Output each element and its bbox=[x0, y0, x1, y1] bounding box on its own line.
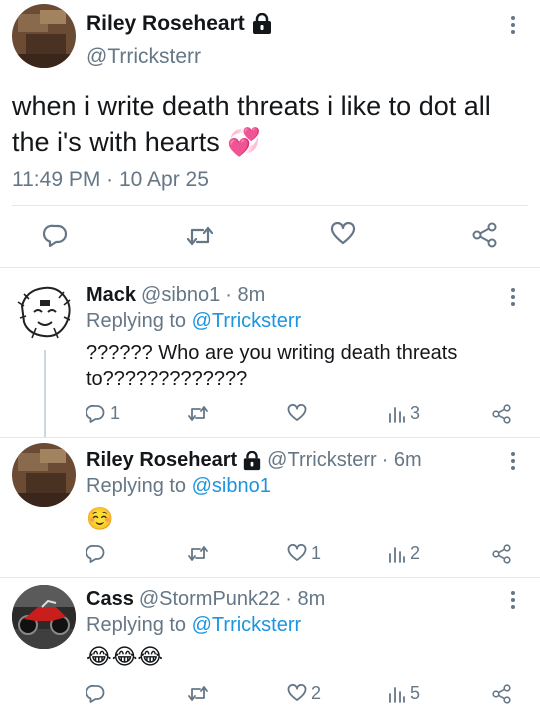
reply-time[interactable]: · 8m bbox=[285, 588, 325, 611]
reply-time[interactable]: · 8m bbox=[225, 284, 265, 307]
analytics-icon[interactable] bbox=[388, 545, 406, 563]
analytics-icon[interactable] bbox=[388, 405, 406, 423]
more-vertical-icon[interactable] bbox=[510, 452, 516, 470]
avatar[interactable] bbox=[12, 443, 76, 507]
main-tweet: Riley Roseheart @Trricksterr when i writ… bbox=[0, 0, 540, 268]
replying-to: Replying to @Trricksterr bbox=[86, 614, 301, 637]
lock-icon bbox=[243, 450, 261, 470]
avatar[interactable] bbox=[12, 4, 76, 68]
reply-text: ☺️ bbox=[86, 506, 114, 531]
author-handle[interactable]: @Trricksterr bbox=[267, 449, 377, 472]
reply-header: Cass @StormPunk22 · 8m bbox=[86, 588, 325, 611]
like-count: 2 bbox=[311, 683, 322, 703]
author-name[interactable]: Cass bbox=[86, 588, 134, 611]
reply-header: Riley Roseheart @Trricksterr · 6m bbox=[86, 449, 422, 472]
reply-icon[interactable] bbox=[86, 404, 106, 423]
thread-line bbox=[44, 350, 46, 438]
replying-to-link[interactable]: @sibno1 bbox=[192, 475, 271, 497]
replying-to-prefix: Replying to bbox=[86, 310, 192, 332]
analytics-icon[interactable] bbox=[388, 685, 406, 703]
share-icon[interactable] bbox=[492, 544, 512, 564]
views-count: 2 bbox=[410, 543, 421, 563]
author-handle[interactable]: @sibno1 bbox=[141, 284, 220, 307]
more-vertical-icon[interactable] bbox=[510, 288, 516, 306]
replying-to-link[interactable]: @Trricksterr bbox=[192, 310, 302, 332]
retweet-icon[interactable] bbox=[186, 225, 214, 247]
share-icon[interactable] bbox=[492, 684, 512, 704]
reply-text: 😂😂😂 bbox=[86, 644, 164, 669]
retweet-icon[interactable] bbox=[187, 545, 209, 562]
reply-header: Mack @sibno1 · 8m bbox=[86, 284, 265, 307]
author-handle[interactable]: @Trricksterr bbox=[86, 45, 201, 69]
views-count: 3 bbox=[410, 403, 421, 423]
replying-to-prefix: Replying to bbox=[86, 614, 192, 636]
views-count: 5 bbox=[410, 683, 421, 703]
more-vertical-icon[interactable] bbox=[510, 16, 516, 34]
reply-text: ?????? Who are you writing death threats… bbox=[86, 342, 458, 390]
tweet-text: when i write death threats i like to dot… bbox=[12, 91, 491, 157]
retweet-icon[interactable] bbox=[187, 685, 209, 702]
divider bbox=[0, 577, 540, 578]
share-icon[interactable] bbox=[492, 404, 512, 424]
reply-icon[interactable] bbox=[86, 684, 106, 703]
author-name-text[interactable]: Riley Roseheart bbox=[86, 12, 245, 36]
avatar[interactable] bbox=[12, 585, 76, 649]
tweet-timestamp[interactable]: 11:49 PM · 10 Apr 25 bbox=[12, 168, 209, 192]
replying-to: Replying to @Trricksterr bbox=[86, 310, 301, 333]
heart-icon[interactable] bbox=[287, 684, 307, 702]
replying-to-link[interactable]: @Trricksterr bbox=[192, 614, 302, 636]
author-name[interactable]: Mack bbox=[86, 284, 136, 307]
avatar[interactable] bbox=[14, 282, 76, 344]
more-vertical-icon[interactable] bbox=[510, 591, 516, 609]
replying-to-prefix: Replying to bbox=[86, 475, 192, 497]
reply-icon[interactable] bbox=[43, 223, 69, 247]
share-icon[interactable] bbox=[472, 222, 498, 248]
divider bbox=[12, 205, 528, 206]
author-name[interactable]: Riley Roseheart bbox=[86, 12, 273, 36]
heart-icon[interactable] bbox=[330, 222, 356, 246]
retweet-icon[interactable] bbox=[187, 405, 209, 422]
reply-time[interactable]: · 6m bbox=[382, 449, 422, 472]
replying-to: Replying to @sibno1 bbox=[86, 475, 271, 498]
author-name[interactable]: Riley Roseheart bbox=[86, 449, 237, 472]
heart-icon[interactable] bbox=[287, 544, 307, 562]
lock-icon bbox=[252, 13, 271, 34]
like-count: 1 bbox=[311, 543, 322, 563]
author-handle[interactable]: @StormPunk22 bbox=[139, 588, 280, 611]
reply-icon[interactable] bbox=[86, 544, 106, 563]
divider bbox=[0, 437, 540, 438]
heart-icon[interactable] bbox=[287, 404, 307, 422]
reply-count: 1 bbox=[110, 403, 121, 423]
divider bbox=[0, 267, 540, 268]
